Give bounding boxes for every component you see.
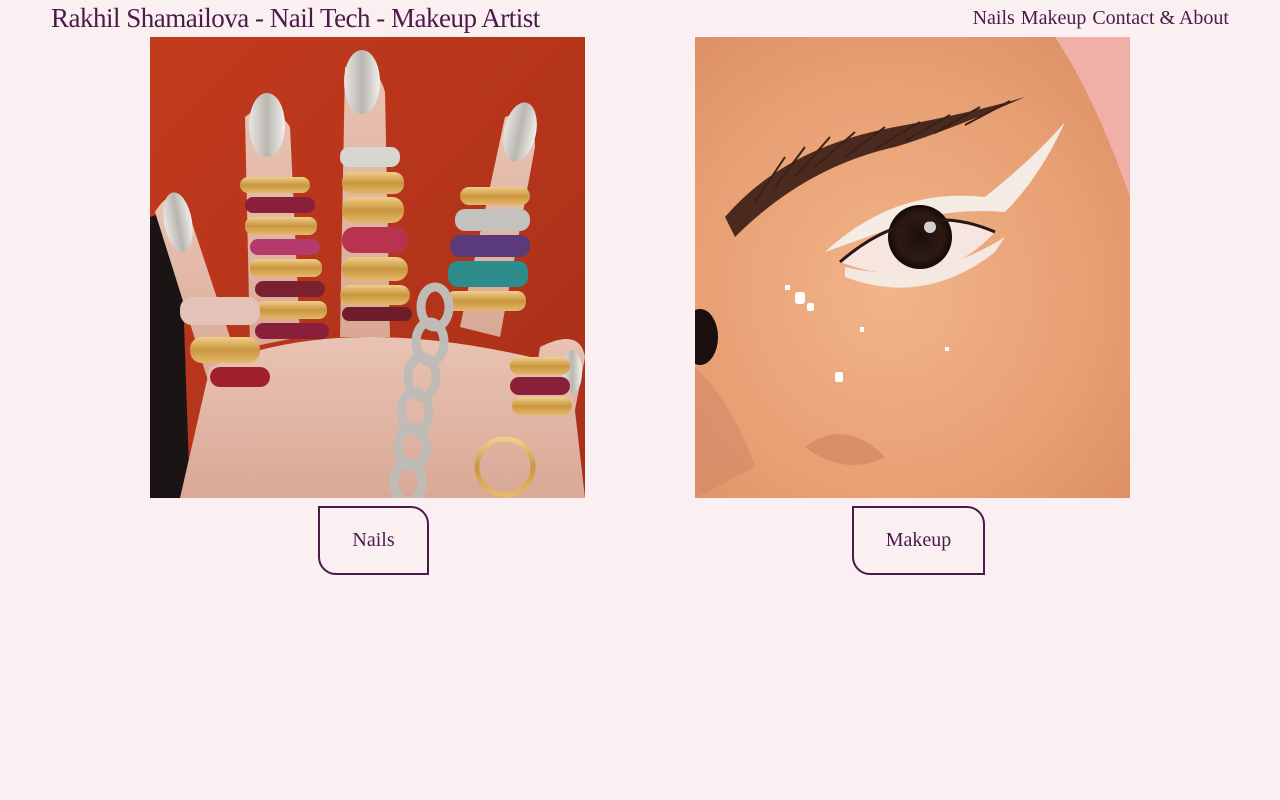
nav-link-contact-about[interactable]: Contact & About bbox=[1092, 6, 1229, 30]
nav-link-makeup[interactable]: Makeup bbox=[1021, 6, 1087, 30]
site-title[interactable]: Rakhil Shamailova - Nail Tech - Makeup A… bbox=[51, 3, 540, 33]
site-header: Rakhil Shamailova - Nail Tech - Makeup A… bbox=[0, 0, 1280, 37]
makeup-button[interactable]: Makeup bbox=[852, 506, 985, 575]
nails-button[interactable]: Nails bbox=[318, 506, 429, 575]
nails-photo-illustration bbox=[150, 37, 585, 498]
makeup-photo-illustration bbox=[695, 37, 1130, 498]
makeup-photo[interactable] bbox=[695, 37, 1130, 498]
nav-link-nails[interactable]: Nails bbox=[973, 6, 1015, 30]
makeup-card: Makeup bbox=[695, 37, 1130, 575]
main-nav: Nails Makeup Contact & About bbox=[973, 6, 1229, 30]
nails-card: Nails bbox=[150, 37, 585, 575]
nails-photo[interactable] bbox=[150, 37, 585, 498]
